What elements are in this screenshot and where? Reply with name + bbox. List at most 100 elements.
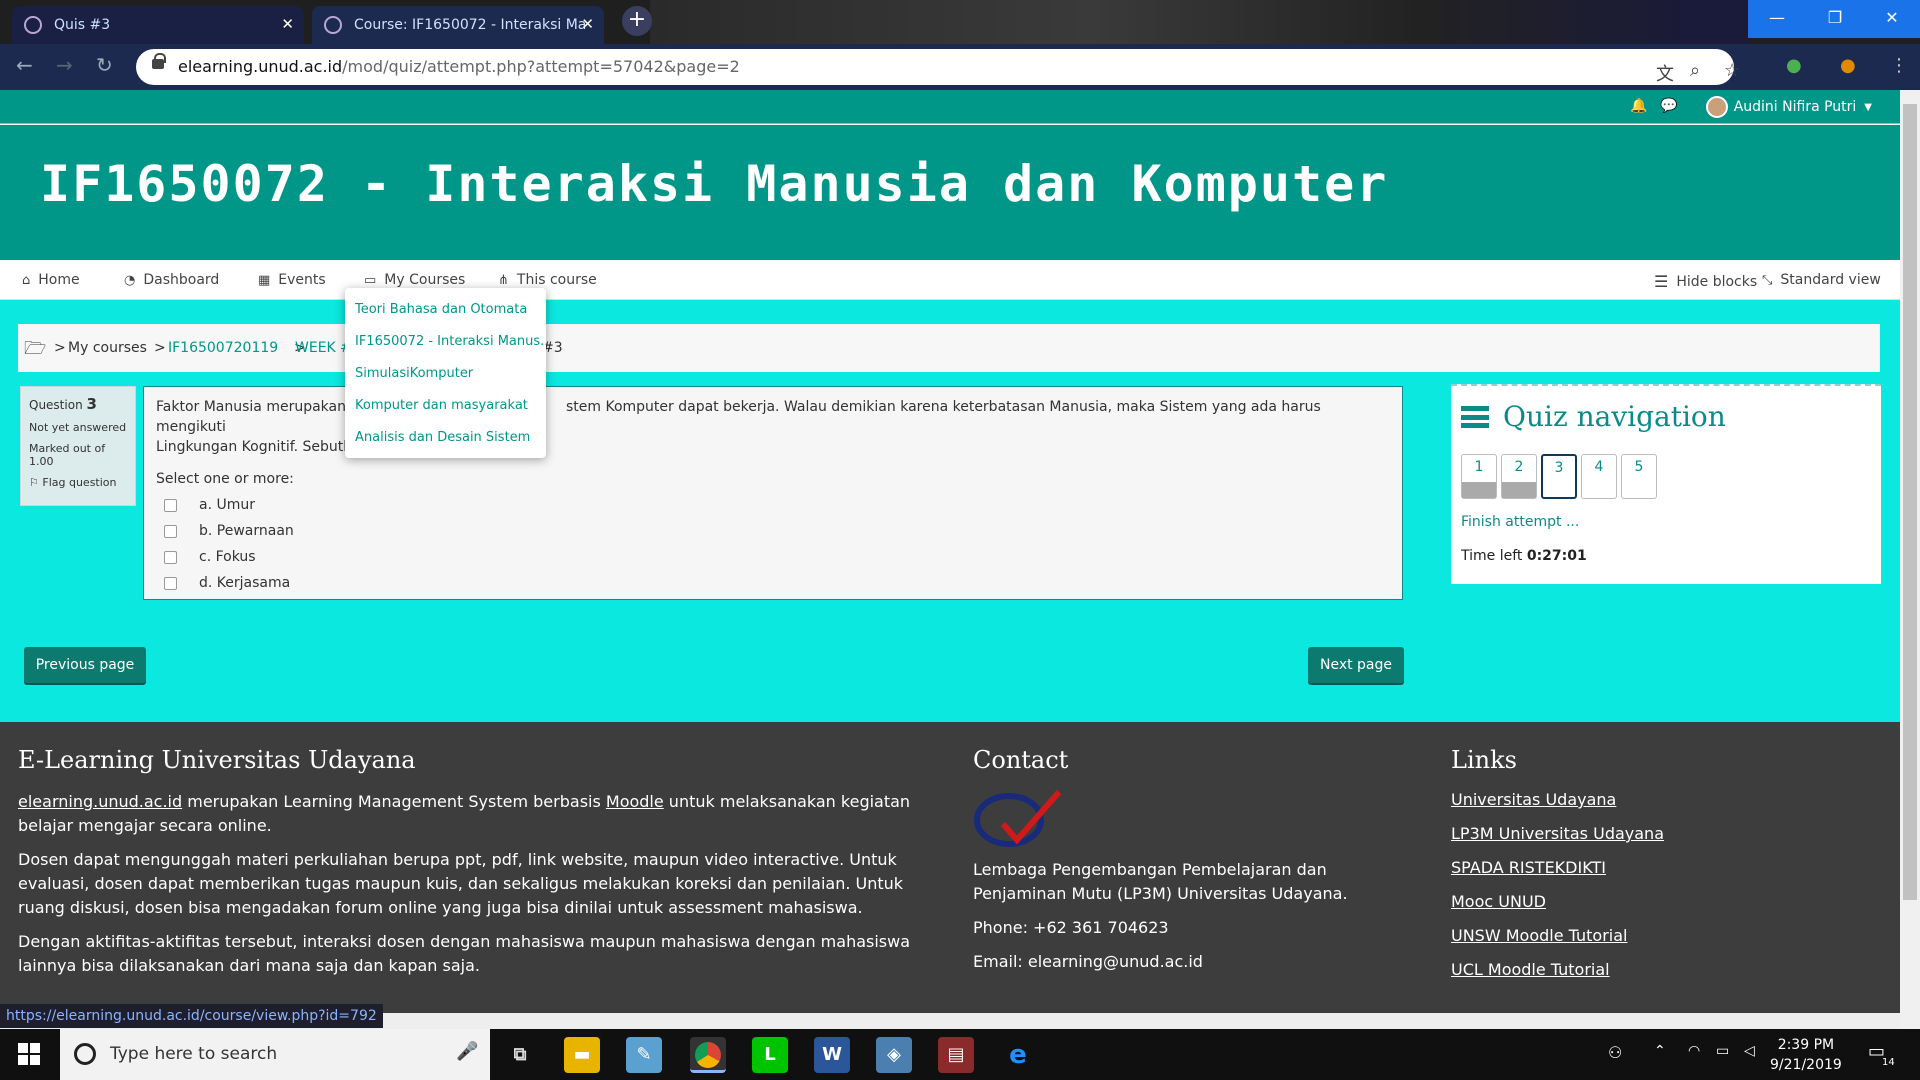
bell-icon[interactable]: 🔔 (1630, 98, 1647, 114)
nav-dashboard[interactable]: ◔ Dashboard (124, 272, 219, 288)
dropdown-item[interactable]: SimulasiKomputer (345, 358, 546, 390)
people-icon[interactable]: ⚇ (1608, 1043, 1622, 1062)
footer-title-elearning: E-Learning Universitas Udayana (18, 746, 416, 774)
question-content: Faktor Manusia merupakan stem Komputer da… (143, 386, 1403, 600)
time-left-value: 0:27:01 (1526, 548, 1587, 564)
task-view-icon[interactable]: ⧉ (502, 1037, 538, 1073)
option-checkbox[interactable] (164, 576, 177, 590)
zoom-icon[interactable]: ⌕ (1690, 60, 1700, 81)
word-icon[interactable]: W (814, 1037, 850, 1073)
footer-link[interactable]: LP3M Universitas Udayana (1451, 824, 1664, 843)
breadcrumb-course[interactable]: IF16500720119 (168, 340, 278, 356)
hide-blocks-label: Hide blocks (1676, 273, 1758, 290)
bookmark-star-icon[interactable]: ☆ (1724, 60, 1740, 81)
option-checkbox[interactable] (164, 498, 177, 512)
edge-icon[interactable]: e (1000, 1037, 1036, 1073)
contact-email: Email: elearning@unud.ac.id (973, 952, 1203, 971)
tab-quiz[interactable]: Quis #3 ✕ (12, 6, 304, 44)
url-input[interactable]: elearning.unud.ac.id/mod/quiz/attempt.ph… (136, 49, 1740, 86)
dropdown-item[interactable]: Teori Bahasa dan Otomata (345, 294, 546, 326)
footer-link[interactable]: SPADA RISTEKDIKTI (1451, 858, 1606, 877)
file-explorer-icon[interactable]: ▬ (564, 1037, 600, 1073)
chrome-icon[interactable] (690, 1037, 726, 1073)
chevron-up-icon[interactable]: ⌃ (1654, 1043, 1666, 1059)
dropdown-item[interactable]: IF1650072 - Interaksi Manus... (345, 326, 546, 358)
lock-icon (152, 53, 166, 69)
option-c[interactable]: c. Fokus (164, 549, 1390, 565)
line-app-icon[interactable]: L (752, 1037, 788, 1073)
footer-title-links: Links (1451, 746, 1517, 774)
list-icon: ☰ (1654, 272, 1669, 291)
sitemap-icon: ⋔ (498, 272, 509, 288)
custom-menu-bar: ⌂ Home ◔ Dashboard ▦ Events ▭ My Courses ⋔ Th… (0, 260, 1900, 300)
nav-my-courses[interactable]: ▭ My Courses (364, 272, 465, 288)
option-d[interactable]: d. Kerjasama (164, 575, 1390, 591)
option-label: a. Umur (199, 497, 255, 513)
close-tab-icon[interactable]: ✕ (281, 15, 294, 33)
nav-events[interactable]: ▦ Events (258, 272, 326, 288)
user-menu[interactable]: Audini Nifira Putri ▼ (1705, 96, 1872, 118)
footer-p1-mid: merupakan Learning Management System ber… (182, 792, 606, 811)
back-icon[interactable]: ← (16, 53, 33, 77)
avatar (1705, 96, 1728, 118)
footer-link[interactable]: UCL Moodle Tutorial (1451, 960, 1610, 979)
forward-icon[interactable]: → (56, 53, 73, 77)
messages-icon[interactable]: 💬 (1660, 98, 1677, 114)
windows-start-icon[interactable] (18, 1043, 40, 1065)
profile-icon[interactable]: ● (1840, 55, 1856, 76)
option-checkbox[interactable] (164, 524, 177, 538)
hide-blocks-button[interactable]: ☰ Hide blocks (1654, 272, 1757, 291)
moodle-link[interactable]: Moodle (606, 792, 664, 811)
windows-taskbar: Type here to search 🎤 ⧉ ▬ ✎ L W ◈ ▤ e ⚇ … (0, 1029, 1920, 1080)
winrar-icon[interactable]: ▤ (938, 1037, 974, 1073)
footer-link[interactable]: UNSW Moodle Tutorial (1451, 926, 1627, 945)
microphone-icon[interactable]: 🎤 (456, 1041, 478, 1062)
extension-icon[interactable]: ● (1786, 55, 1802, 76)
close-window-button[interactable]: ✕ (1864, 0, 1920, 38)
wifi-icon[interactable]: ◠ (1688, 1043, 1700, 1059)
main-region: 🗁 > My courses > IF16500720119 > WEEK # … (0, 300, 1900, 722)
option-b[interactable]: b. Pewarnaan (164, 523, 1390, 539)
option-checkbox[interactable] (164, 550, 177, 564)
previous-page-button[interactable]: Previous page (24, 647, 146, 683)
footer-link[interactable]: Mooc UNUD (1451, 892, 1546, 911)
footer-link[interactable]: Universitas Udayana (1451, 790, 1616, 809)
next-page-button[interactable]: Next page (1308, 647, 1404, 683)
volume-icon[interactable]: ◁ (1744, 1043, 1755, 1059)
reload-icon[interactable]: ↻ (96, 53, 113, 77)
close-tab-icon[interactable]: ✕ (581, 15, 594, 33)
option-label: c. Fokus (199, 549, 256, 565)
breadcrumb-week[interactable]: WEEK # (295, 340, 352, 356)
dropdown-item[interactable]: Analisis dan Desain Sistem (345, 422, 546, 454)
minimize-button[interactable]: — (1748, 0, 1806, 38)
quiz-nav-button-1[interactable]: 1 (1461, 454, 1497, 499)
taskbar-search[interactable]: Type here to search 🎤 (60, 1029, 490, 1080)
option-a[interactable]: a. Umur (164, 497, 1390, 513)
taskbar-clock[interactable]: 2:39 PM 9/21/2019 (1770, 1035, 1842, 1075)
quiz-nav-button-3[interactable]: 3 (1541, 454, 1577, 499)
flag-question[interactable]: ⚐ Flag question (29, 476, 127, 489)
scrollbar-thumb[interactable] (1903, 104, 1917, 900)
dropdown-item[interactable]: Komputer dan masyarakat (345, 390, 546, 422)
footer-paragraph-3: Dengan aktifitas-aktifitas tersebut, int… (18, 932, 911, 975)
translate-icon[interactable]: 文 (1656, 60, 1674, 86)
notepad-icon[interactable]: ✎ (626, 1037, 662, 1073)
breadcrumb-my-courses[interactable]: My courses (68, 340, 147, 356)
tab-course[interactable]: Course: IF1650072 - Interaksi Ma ✕ (312, 6, 604, 44)
quiz-nav-button-5[interactable]: 5 (1621, 454, 1657, 499)
quiz-nav-button-2[interactable]: 2 (1501, 454, 1537, 499)
vertical-scrollbar[interactable] (1900, 90, 1920, 1029)
standard-view-button[interactable]: ⤡ Standard view (1762, 272, 1881, 288)
nav-home[interactable]: ⌂ Home (22, 272, 80, 288)
new-tab-button[interactable]: + (622, 6, 652, 36)
battery-icon[interactable]: ▭ (1716, 1043, 1729, 1059)
nav-my-courses-label: My Courses (384, 272, 466, 288)
finish-attempt-link[interactable]: Finish attempt ... (1461, 514, 1579, 530)
menu-icon[interactable]: ⋮ (1890, 55, 1908, 76)
quiz-nav-button-4[interactable]: 4 (1581, 454, 1617, 499)
question-number: Question 3 (29, 395, 127, 413)
virtualbox-icon[interactable]: ◈ (876, 1037, 912, 1073)
elearning-link[interactable]: elearning.unud.ac.id (18, 792, 182, 811)
nav-this-course[interactable]: ⋔ This course (498, 272, 597, 288)
maximize-button[interactable]: ❐ (1806, 0, 1864, 38)
